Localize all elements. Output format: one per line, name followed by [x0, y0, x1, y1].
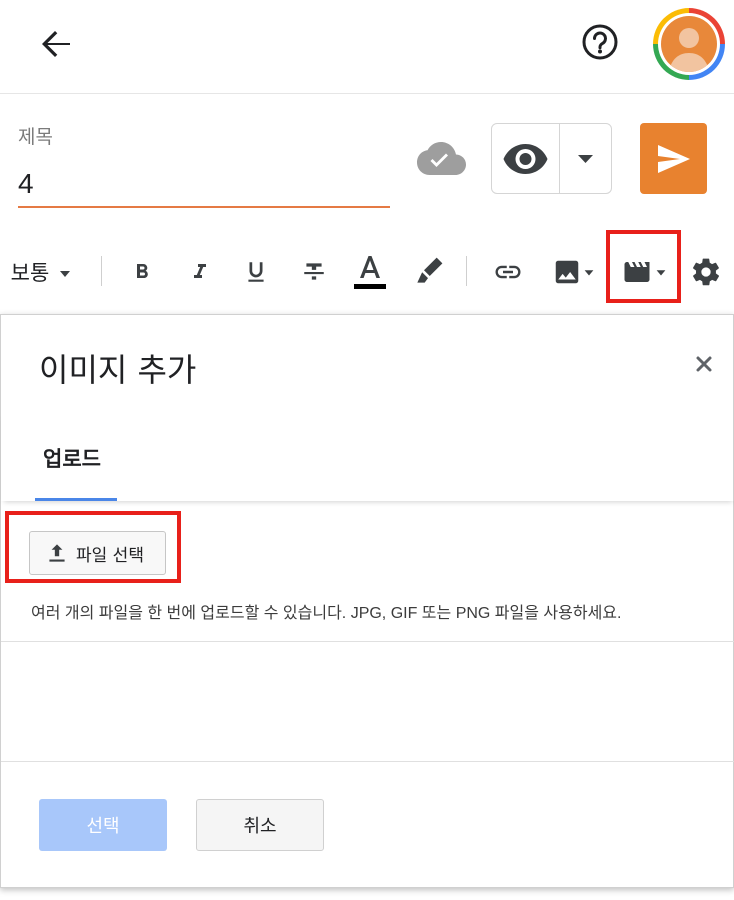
cancel-button[interactable]: 취소 — [196, 799, 324, 851]
cloud-saved-icon — [416, 140, 466, 176]
paragraph-format-dropdown[interactable]: 보통 — [2, 240, 82, 304]
close-icon[interactable] — [691, 351, 717, 377]
divider — [1, 641, 734, 642]
video-highlight-box — [606, 230, 681, 303]
file-button-highlight-box — [5, 511, 181, 583]
dialog-tab-bar: 업로드 — [1, 411, 734, 501]
settings-gear-icon[interactable] — [686, 240, 726, 304]
image-insert-icon[interactable] — [546, 240, 602, 304]
upload-help-text: 여러 개의 파일을 한 번에 업로드할 수 있습니다. JPG, GIF 또는 … — [31, 605, 622, 622]
strikethrough-icon[interactable] — [296, 240, 332, 304]
italic-icon[interactable] — [182, 240, 218, 304]
tab-upload[interactable]: 업로드 — [35, 441, 117, 501]
formatting-toolbar: 보통 — [0, 230, 734, 310]
text-color-icon[interactable] — [350, 240, 390, 304]
account-avatar[interactable] — [653, 8, 725, 80]
underline-icon[interactable] — [238, 240, 274, 304]
back-arrow-icon[interactable] — [36, 24, 76, 64]
add-image-dialog: 이미지 추가 업로드 파일 선택 여러 개의 파일을 한 번에 업로드할 수 있… — [0, 314, 734, 888]
tab-active-indicator — [35, 498, 117, 501]
help-circle-icon[interactable] — [580, 22, 620, 62]
dialog-title: 이미지 추가 — [39, 351, 197, 389]
preview-button-group — [491, 123, 612, 194]
bold-icon[interactable] — [124, 240, 160, 304]
tab-upload-label: 업로드 — [43, 447, 101, 471]
avatar-person-icon — [661, 16, 717, 72]
preview-dropdown-icon[interactable] — [560, 124, 611, 193]
title-input[interactable] — [18, 162, 390, 208]
divider — [1, 761, 734, 762]
title-label: 제목 — [18, 126, 53, 148]
paragraph-format-label: 보통 — [10, 261, 50, 285]
select-button[interactable]: 선택 — [39, 799, 167, 851]
publish-send-button[interactable] — [640, 123, 707, 194]
top-bar — [0, 0, 734, 94]
link-icon[interactable] — [488, 240, 528, 304]
preview-button[interactable] — [492, 124, 559, 193]
highlight-icon[interactable] — [408, 240, 448, 304]
chevron-down-icon — [60, 271, 71, 277]
chevron-down-icon — [584, 270, 594, 276]
